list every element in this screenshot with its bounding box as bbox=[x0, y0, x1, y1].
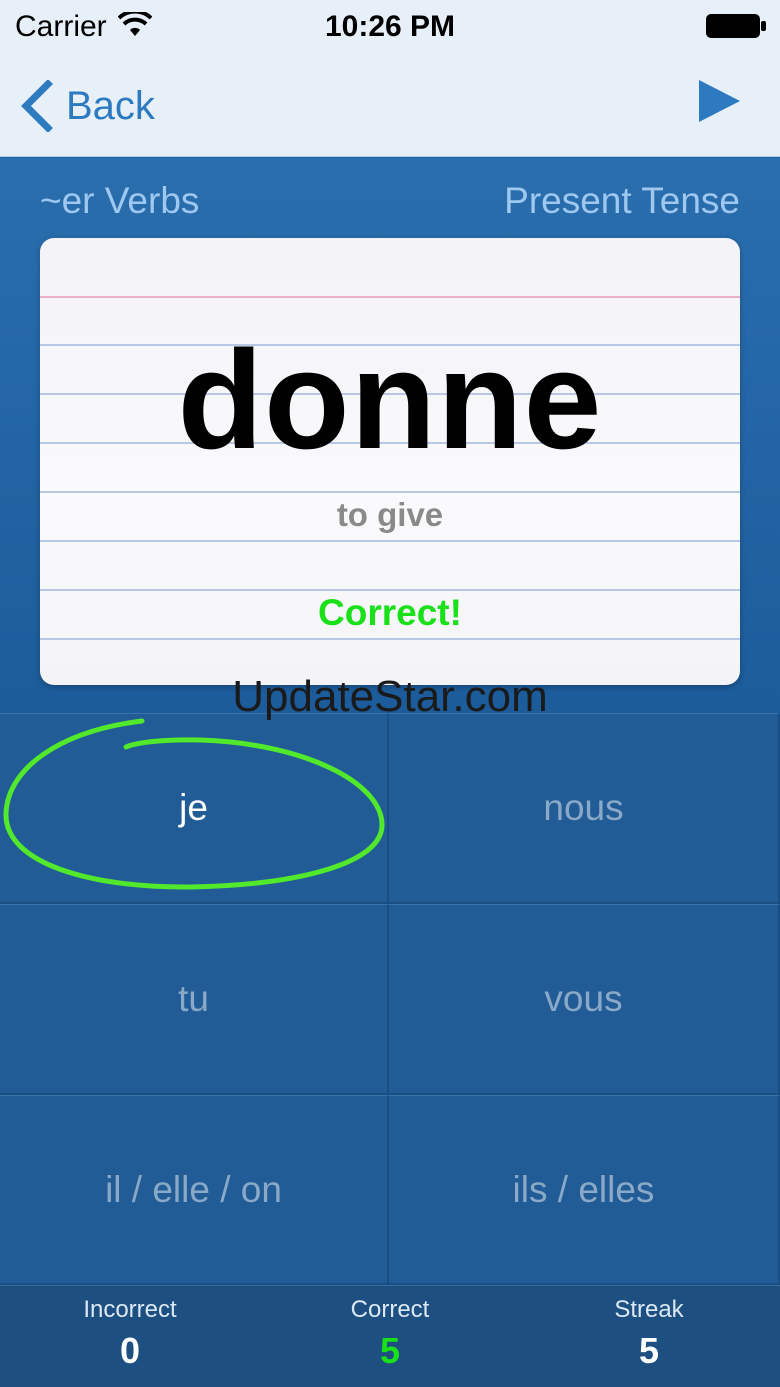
card-ruled-line bbox=[40, 589, 740, 591]
verb-word: donne bbox=[177, 321, 603, 478]
tense-label: Present Tense bbox=[504, 180, 740, 221]
card-ruled-line bbox=[40, 540, 740, 542]
streak-stat: Streak 5 bbox=[549, 1296, 749, 1372]
pronoun-button-tu[interactable]: tu bbox=[0, 904, 389, 1095]
correct-label: Correct bbox=[350, 1296, 430, 1323]
pronoun-label: tu bbox=[178, 978, 209, 1019]
card-ruled-line bbox=[40, 491, 740, 493]
score-bar: Incorrect 0 Correct 5 Streak 5 bbox=[0, 1285, 780, 1387]
correct-stat: Correct 5 bbox=[290, 1296, 490, 1372]
pronoun-button-vous[interactable]: vous bbox=[389, 904, 780, 1095]
incorrect-stat: Incorrect 0 bbox=[30, 1296, 230, 1372]
battery-icon bbox=[706, 14, 766, 38]
pronoun-label: ils / elles bbox=[512, 1168, 655, 1210]
pronoun-label: je bbox=[179, 787, 208, 828]
correct-value: 5 bbox=[379, 1330, 401, 1371]
streak-label: Streak bbox=[614, 1296, 684, 1323]
pronoun-button-je[interactable]: je bbox=[0, 713, 389, 904]
clock: 10:26 PM bbox=[324, 10, 456, 43]
back-button[interactable]: Back bbox=[18, 78, 188, 134]
streak-value: 5 bbox=[638, 1330, 660, 1371]
play-triangle-icon[interactable] bbox=[696, 78, 742, 124]
flashcard: donne to give Correct! bbox=[40, 238, 740, 685]
verb-group-label: ~er Verbs bbox=[40, 180, 200, 221]
pronoun-grid: je nous tu vous il / elle / on ils / ell… bbox=[0, 713, 780, 1285]
incorrect-label: Incorrect bbox=[83, 1296, 177, 1323]
quiz-area: ~er Verbs Present Tense donne to give Co… bbox=[0, 158, 780, 713]
pronoun-button-nous[interactable]: nous bbox=[389, 713, 780, 904]
navigation-bar: Carrier 10:26 PM Back bbox=[0, 0, 780, 157]
card-margin-line bbox=[40, 296, 740, 298]
back-chevron-icon bbox=[21, 80, 53, 132]
card-ruled-line bbox=[40, 638, 740, 640]
answer-result: Correct! bbox=[318, 592, 462, 633]
pronoun-button-il-elle-on[interactable]: il / elle / on bbox=[0, 1095, 389, 1285]
back-label: Back bbox=[66, 83, 155, 128]
status-bar: Carrier 10:26 PM bbox=[0, 0, 780, 56]
watermark: UpdateStar.com bbox=[232, 672, 548, 721]
pronoun-label: vous bbox=[544, 978, 623, 1019]
incorrect-value: 0 bbox=[119, 1330, 141, 1371]
pronoun-button-ils-elles[interactable]: ils / elles bbox=[389, 1095, 780, 1285]
pronoun-label: nous bbox=[543, 787, 624, 828]
verb-translation: to give bbox=[336, 496, 444, 533]
pronoun-label: il / elle / on bbox=[105, 1168, 282, 1210]
